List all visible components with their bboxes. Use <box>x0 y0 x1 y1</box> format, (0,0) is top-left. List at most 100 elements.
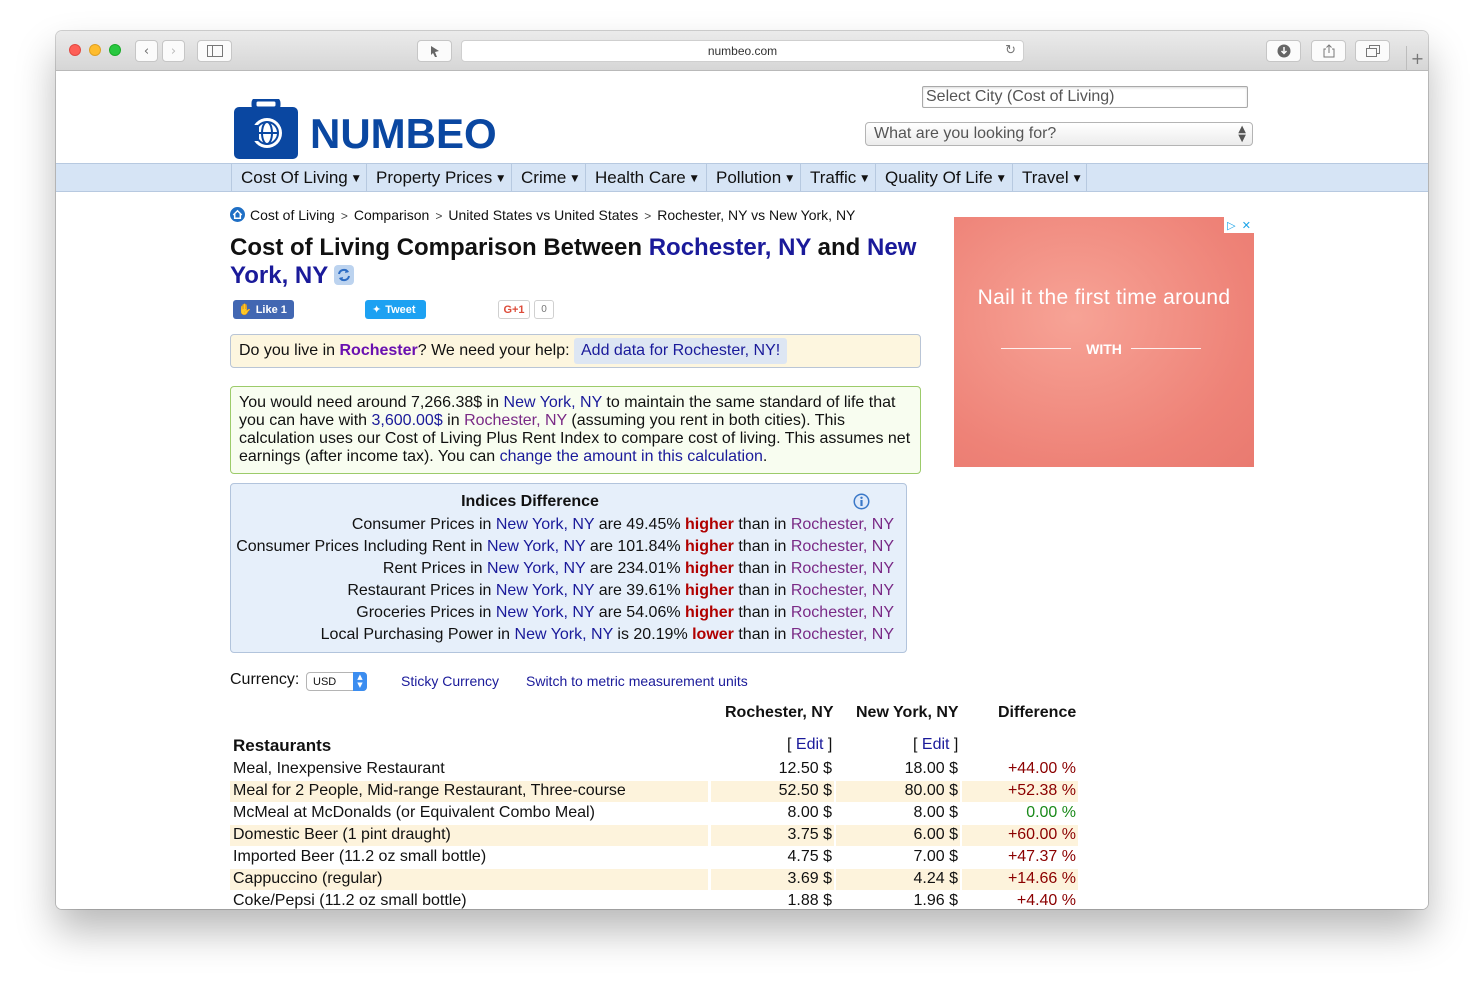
table-row: Cappuccino (regular) 3.69 $4.24 $ +14.66 % <box>230 869 1078 891</box>
nav-travel[interactable]: Travel ▼ <box>1012 164 1087 191</box>
index-ny-link[interactable]: New York, NY <box>515 626 613 643</box>
info-icon[interactable] <box>853 493 870 510</box>
price-rochester: 1.88 $ <box>787 892 832 909</box>
breadcrumb-countries[interactable]: United States vs United States <box>448 207 638 223</box>
summary-ny-link[interactable]: New York, NY <box>504 394 602 411</box>
title-prefix: Cost of Living Comparison Between <box>230 234 649 261</box>
index-ny-link[interactable]: New York, NY <box>496 582 594 599</box>
col-header-difference: Difference <box>998 704 1077 721</box>
index-ny-link[interactable]: New York, NY <box>496 604 594 621</box>
metric-units-link[interactable]: Switch to metric measurement units <box>526 673 748 689</box>
google-plus-button[interactable]: G+1 <box>498 300 530 319</box>
index-row: Groceries Prices in New York, NY are 54.… <box>356 604 894 622</box>
updown-arrows-icon: ▲ ▼ <box>1238 124 1246 144</box>
help-city-link[interactable]: Rochester <box>340 342 418 359</box>
index-value: are 54.06% <box>594 604 686 621</box>
index-ny-link[interactable]: New York, NY <box>487 538 585 555</box>
downloads-button[interactable] <box>1266 40 1301 62</box>
index-rochester-link[interactable]: Rochester, NY <box>791 582 894 599</box>
nav-label: Cost Of Living <box>241 168 348 187</box>
breadcrumb-cost-of-living[interactable]: Cost of Living <box>250 207 335 223</box>
help-banner: Do you live in Rochester? We need your h… <box>230 334 921 368</box>
price-rochester: 3.69 $ <box>711 869 834 890</box>
share-button[interactable] <box>1311 40 1346 62</box>
minimize-window-button[interactable] <box>89 44 101 56</box>
index-rochester-link[interactable]: Rochester, NY <box>791 538 894 555</box>
currency-select[interactable]: USD ▲ ▼ <box>306 672 367 691</box>
caret-down-icon: ▼ <box>352 174 360 184</box>
tweet-button[interactable]: ✦ Tweet <box>365 300 426 319</box>
change-amount-link[interactable]: change the amount in this calculation <box>500 448 763 465</box>
nav-label: Pollution <box>716 168 782 187</box>
edit-newyork-link[interactable]: Edit <box>922 736 950 753</box>
select-city-input[interactable]: Select City (Cost of Living) <box>922 86 1248 108</box>
index-rochester-link[interactable]: Rochester, NY <box>791 626 894 643</box>
index-ny-link[interactable]: New York, NY <box>487 560 585 577</box>
index-label: Consumer Prices in <box>351 516 496 533</box>
table-row: Coke/Pepsi (11.2 oz small bottle) 1.88 $ 1… <box>230 891 1077 909</box>
search-select[interactable]: What are you looking for? ▲ ▼ <box>865 122 1253 146</box>
breadcrumb-comparison[interactable]: Comparison <box>354 207 429 223</box>
add-data-button[interactable]: Add data for Rochester, NY! <box>574 338 788 364</box>
facebook-like-button[interactable]: ✋ Like 1 <box>233 300 294 319</box>
close-window-button[interactable] <box>69 44 81 56</box>
nav-cost-of-living[interactable]: Cost Of Living ▼ <box>231 164 366 191</box>
forward-button[interactable]: › <box>162 40 185 62</box>
sticky-currency-link[interactable]: Sticky Currency <box>401 673 499 689</box>
nav-quality-of-life[interactable]: Quality Of Life ▼ <box>875 164 1012 191</box>
tabs-overview-button[interactable] <box>1355 40 1390 62</box>
nav-health-care[interactable]: Health Care ▼ <box>585 164 706 191</box>
download-icon <box>1277 44 1290 58</box>
index-row: Consumer Prices in New York, NY are 49.4… <box>352 516 894 534</box>
zoom-window-button[interactable] <box>109 44 121 56</box>
edit-newyork: [ Edit ] <box>913 736 959 753</box>
cost-summary-box: You would need around 7,266.38$ in New Y… <box>230 386 921 474</box>
search-select-text: What are you looking for? <box>874 125 1057 142</box>
nav-label: Traffic <box>810 168 857 187</box>
title-city1-link[interactable]: Rochester, NY <box>649 234 811 261</box>
url-text: numbeo.com <box>707 44 778 58</box>
adchoices-play-icon: ▷ <box>1227 218 1236 232</box>
indices-title: Indices Difference <box>461 493 599 510</box>
table-row: Domestic Beer (1 pint draught) 3.75 $6.00… <box>230 825 1078 847</box>
numbeo-logo[interactable]: NUMBEO <box>232 95 507 159</box>
index-ny-link[interactable]: New York, NY <box>496 516 594 533</box>
item-name: Domestic Beer (1 pint draught) <box>230 825 708 846</box>
numbeo-logo-icon <box>234 99 298 159</box>
item-name: Imported Beer (11.2 oz small bottle) <box>233 848 487 865</box>
title-mid: and <box>811 234 868 261</box>
nav-property-prices[interactable]: Property Prices ▼ <box>366 164 511 191</box>
index-than: than in <box>733 604 791 621</box>
summary-amount-link[interactable]: 3,600.00$ <box>372 412 443 429</box>
index-value: is 20.19% <box>612 626 693 643</box>
advertisement[interactable]: ▷ ✕ Nail it the first time around WITH <box>954 217 1254 467</box>
reload-icon[interactable]: ↻ <box>1005 43 1016 58</box>
index-rochester-link[interactable]: Rochester, NY <box>791 560 894 577</box>
price-newyork: 6.00 $ <box>836 825 960 846</box>
edit-rochester-link[interactable]: Edit <box>796 736 824 753</box>
index-rochester-link[interactable]: Rochester, NY <box>791 604 894 621</box>
home-icon[interactable] <box>230 207 245 222</box>
help-text-2: ? We need your help: <box>417 342 570 359</box>
extension-button[interactable] <box>417 40 452 62</box>
help-text-1: Do you live in <box>239 342 340 359</box>
index-label: Groceries Prices in <box>356 604 496 621</box>
nav-crime[interactable]: Crime ▼ <box>511 164 585 191</box>
index-direction: lower <box>692 626 734 643</box>
extension-icon <box>430 46 439 57</box>
address-bar[interactable]: numbeo.com ↻ <box>461 40 1024 62</box>
summary-rochester-link[interactable]: Rochester, NY <box>464 412 567 429</box>
index-than: than in <box>733 626 791 643</box>
nav-label: Crime <box>521 168 567 187</box>
nav-label: Property Prices <box>376 168 493 187</box>
table-row: Meal, Inexpensive Restaurant 12.50 $ 18.00… <box>230 759 1077 781</box>
nav-traffic[interactable]: Traffic ▼ <box>800 164 875 191</box>
sidebar-button[interactable] <box>197 40 232 62</box>
swap-cities-icon[interactable] <box>334 265 355 285</box>
adchoices-icon[interactable]: ▷ ✕ <box>1224 217 1254 233</box>
back-button[interactable]: ‹ <box>135 40 158 62</box>
index-rochester-link[interactable]: Rochester, NY <box>791 516 894 533</box>
price-difference: +47.37 % <box>1007 848 1076 865</box>
new-tab-button[interactable]: + <box>1406 46 1428 71</box>
nav-pollution[interactable]: Pollution ▼ <box>706 164 800 191</box>
